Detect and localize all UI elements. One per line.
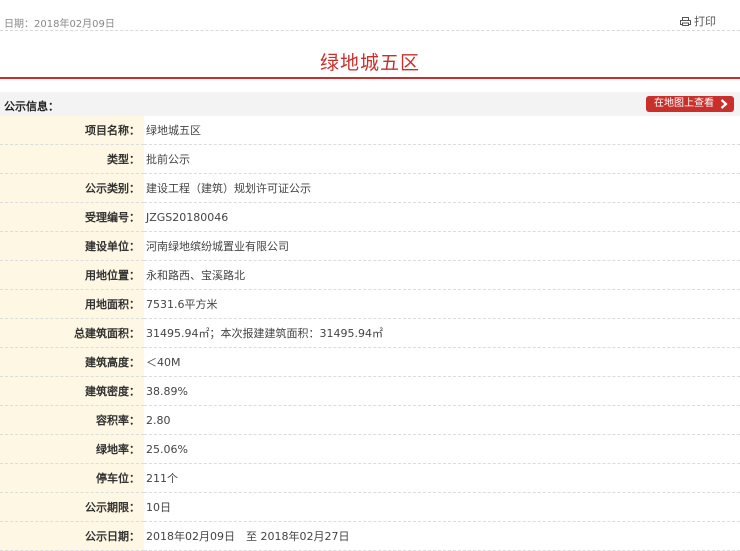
table-row: 容积率： 2.80	[0, 405, 740, 435]
chevron-right-icon	[720, 99, 728, 109]
field-label: 公示类别：	[0, 173, 144, 203]
info-table: 项目名称： 绿地城五区 类型： 批前公示 公示类别： 建设工程（建筑）规划许可证公示 受理编…	[0, 116, 740, 551]
table-row: 建筑高度： ＜40M	[0, 347, 740, 377]
field-label: 绿地率：	[0, 434, 144, 464]
printer-icon	[680, 17, 691, 26]
table-row: 总建筑面积： 31495.94㎡；本次报建建筑面积：31495.94㎡	[0, 318, 740, 348]
table-row: 绿地率： 25.06%	[0, 434, 740, 464]
field-value: 211个	[144, 463, 740, 493]
field-value: 永和路西、宝溪路北	[144, 260, 740, 290]
publish-date: 日期：2018年02月09日	[4, 19, 115, 30]
field-label: 项目名称：	[0, 116, 144, 145]
field-label: 用地位置：	[0, 260, 144, 290]
field-value: 批前公示	[144, 144, 740, 174]
field-value: 25.06%	[144, 434, 740, 464]
table-row: 公示类别： 建设工程（建筑）规划许可证公示	[0, 173, 740, 203]
field-label: 类型：	[0, 144, 144, 174]
field-label: 停车位：	[0, 463, 144, 493]
field-value: 建设工程（建筑）规划许可证公示	[144, 173, 740, 203]
field-label: 用地面积：	[0, 289, 144, 319]
top-bar: 日期：2018年02月09日 打印	[0, 0, 740, 31]
field-value: 10日	[144, 492, 740, 522]
field-value: 31495.94㎡；本次报建建筑面积：31495.94㎡	[144, 318, 740, 348]
view-on-map-label: 在地图上查看	[654, 98, 714, 109]
table-row: 用地位置： 永和路西、宝溪路北	[0, 260, 740, 290]
field-label: 建筑高度：	[0, 347, 144, 377]
table-row: 项目名称： 绿地城五区	[0, 116, 740, 145]
print-label: 打印	[694, 15, 716, 28]
table-row: 公示日期： 2018年02月09日 至 2018年02月27日	[0, 521, 740, 551]
section-header: 公示信息： 在地图上查看	[0, 92, 740, 116]
field-label: 总建筑面积：	[0, 318, 144, 348]
field-label: 公示日期：	[0, 521, 144, 551]
page-title: 绿地城五区	[319, 52, 420, 74]
field-label: 受理编号：	[0, 202, 144, 232]
field-value: 7531.6平方米	[144, 289, 740, 319]
field-value: 2018年02月09日 至 2018年02月27日	[144, 521, 740, 551]
print-button[interactable]: 打印	[680, 13, 716, 29]
field-label: 建设单位：	[0, 231, 144, 261]
field-value: 38.89%	[144, 376, 740, 406]
table-row: 建设单位： 河南绿地缤纷城置业有限公司	[0, 231, 740, 261]
table-row: 停车位： 211个	[0, 463, 740, 493]
field-label: 建筑密度：	[0, 376, 144, 406]
table-row: 用地面积： 7531.6平方米	[0, 289, 740, 319]
table-row: 受理编号： JZGS20180046	[0, 202, 740, 232]
field-value: 2.80	[144, 405, 740, 435]
field-value: 绿地城五区	[144, 116, 740, 145]
table-row: 公示期限： 10日	[0, 492, 740, 522]
table-row: 类型： 批前公示	[0, 144, 740, 174]
view-on-map-button[interactable]: 在地图上查看	[646, 96, 734, 112]
field-value: ＜40M	[144, 347, 740, 377]
title-area: 绿地城五区	[0, 31, 740, 79]
field-value: JZGS20180046	[144, 202, 740, 232]
field-label: 容积率：	[0, 405, 144, 435]
field-value: 河南绿地缤纷城置业有限公司	[144, 231, 740, 261]
table-row: 建筑密度： 38.89%	[0, 376, 740, 406]
field-label: 公示期限：	[0, 492, 144, 522]
section-title: 公示信息：	[4, 100, 59, 113]
